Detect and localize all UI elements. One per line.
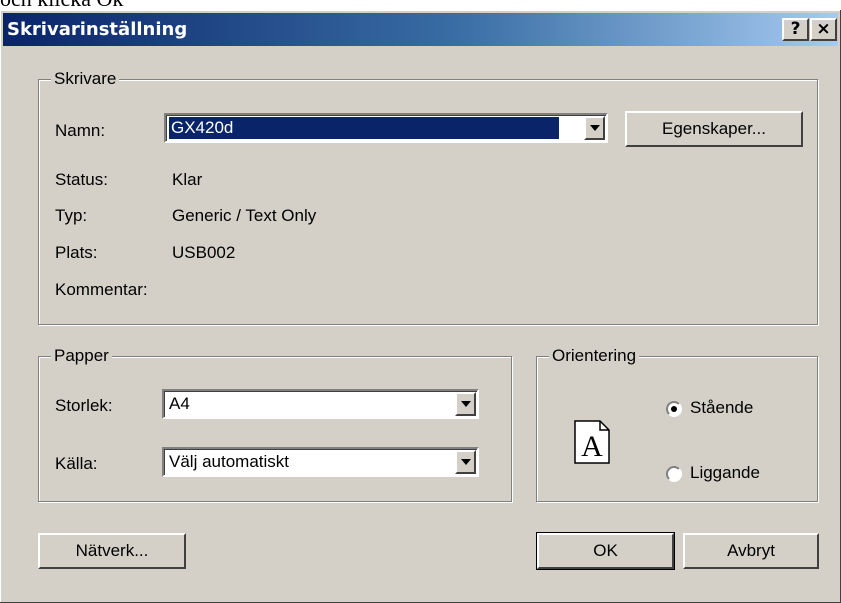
printer-name-dropdown[interactable]: GX420d [164,113,608,143]
comment-label: Kommentar: [55,280,148,299]
chevron-down-icon[interactable] [584,116,605,140]
printer-group-legend: Skrivare [51,69,120,89]
window-title: Skrivarinställning [7,19,188,40]
type-value: Generic / Text Only [172,206,317,225]
printer-name-label: Namn: [55,121,106,140]
paper-group-legend: Papper [51,346,112,366]
landscape-radio[interactable] [666,466,682,482]
paper-size-dropdown[interactable]: A4 [162,389,479,419]
page-letter: A [581,430,603,463]
portrait-page-icon: A [574,420,610,464]
paper-size-value: A4 [169,394,190,413]
paper-group: Papper [38,346,512,502]
paper-source-value: Välj automatiskt [169,452,289,471]
orientation-group-legend: Orientering [549,346,640,366]
type-label: Typ: [55,206,88,225]
location-value: USB002 [172,243,236,262]
portrait-radio[interactable] [666,401,682,417]
cancel-button[interactable]: Avbryt [683,533,819,569]
title-bar[interactable]: Skrivarinställning ? × [3,13,838,46]
radio-selected-dot [671,406,677,412]
location-label: Plats: [55,243,98,262]
status-label: Status: [55,170,108,189]
paper-source-dropdown[interactable]: Välj automatiskt [162,447,479,477]
help-button[interactable]: ? [782,18,809,41]
printer-name-value: GX420d [169,117,559,139]
chevron-down-icon[interactable] [455,450,476,474]
ok-button[interactable]: OK [536,532,675,570]
chevron-down-icon[interactable] [455,392,476,416]
properties-button[interactable]: Egenskaper... [625,111,803,147]
printer-setup-dialog: Skrivarinställning ? × Skrivare Namn: GX… [0,10,841,603]
close-button[interactable]: × [810,18,837,41]
portrait-label[interactable]: Stående [690,398,753,418]
paper-size-label: Storlek: [55,396,113,415]
paper-source-label: Källa: [55,454,98,473]
landscape-label[interactable]: Liggande [690,463,760,483]
network-button[interactable]: Nätverk... [38,533,186,569]
status-value: Klar [172,170,203,189]
